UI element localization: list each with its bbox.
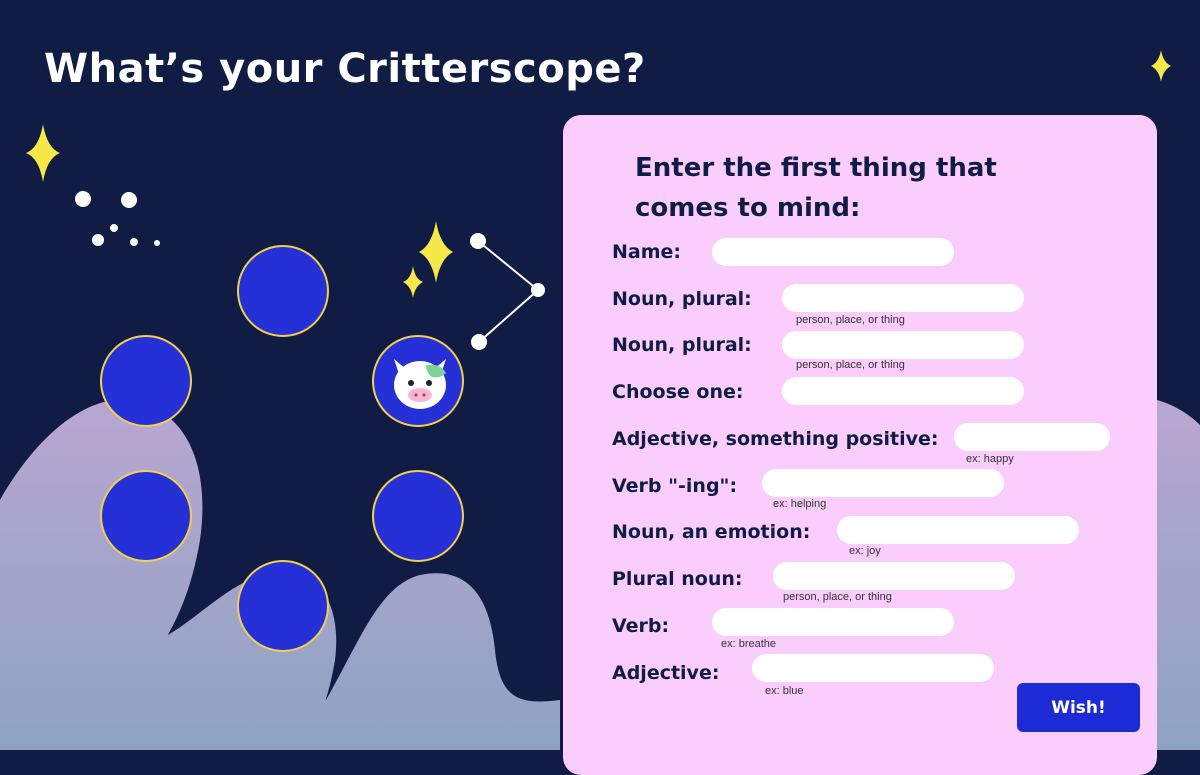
page-title: What’s your Critterscope? — [44, 46, 646, 92]
zodiac-circle[interactable] — [372, 470, 464, 562]
field-label-noun-plural-2: Noun, plural: — [612, 334, 752, 356]
field-label-noun-emotion: Noun, an emotion: — [612, 521, 811, 543]
field-label-name: Name: — [612, 241, 682, 263]
verb-ing-input[interactable] — [762, 469, 1004, 497]
adjective-input[interactable] — [752, 654, 994, 682]
field-hint: ex: joy — [849, 545, 881, 557]
noun-plural-input-2[interactable] — [782, 331, 1024, 359]
zodiac-circle[interactable] — [100, 470, 192, 562]
plural-noun-input[interactable] — [773, 562, 1015, 590]
noun-emotion-input[interactable] — [837, 516, 1079, 544]
adjective-positive-input[interactable] — [954, 423, 1110, 451]
wish-button[interactable]: Wish! — [1017, 683, 1140, 732]
field-label-verb-ing: Verb "-ing": — [612, 475, 738, 497]
field-label-adjective: Adjective: — [612, 662, 720, 684]
zodiac-circle[interactable] — [100, 335, 192, 427]
field-hint: person, place, or thing — [783, 591, 892, 603]
field-hint: person, place, or thing — [796, 359, 905, 371]
field-hint: ex: blue — [765, 685, 804, 697]
field-label-choose-one: Choose one: — [612, 381, 744, 403]
form-heading: Enter the first thing that comes to mind… — [635, 153, 997, 223]
field-label-plural-noun: Plural noun: — [612, 568, 743, 590]
field-label-noun-plural-1: Noun, plural: — [612, 288, 752, 310]
field-hint: ex: happy — [966, 453, 1014, 465]
field-hint: ex: breathe — [721, 638, 777, 650]
field-label-adjective-positive: Adjective, something positive: — [612, 428, 939, 450]
field-label-verb: Verb: — [612, 615, 670, 637]
field-hint: ex: helping — [773, 498, 827, 510]
noun-plural-input-1[interactable] — [782, 284, 1024, 312]
field-hint: person, place, or thing — [796, 314, 905, 326]
zodiac-circle[interactable] — [237, 560, 329, 652]
choose-one-input[interactable] — [782, 377, 1024, 405]
cow-icon — [394, 359, 446, 409]
zodiac-circle-selected[interactable] — [372, 335, 464, 427]
zodiac-circle[interactable] — [237, 245, 329, 337]
verb-input[interactable] — [712, 608, 954, 636]
name-input[interactable] — [712, 238, 954, 266]
